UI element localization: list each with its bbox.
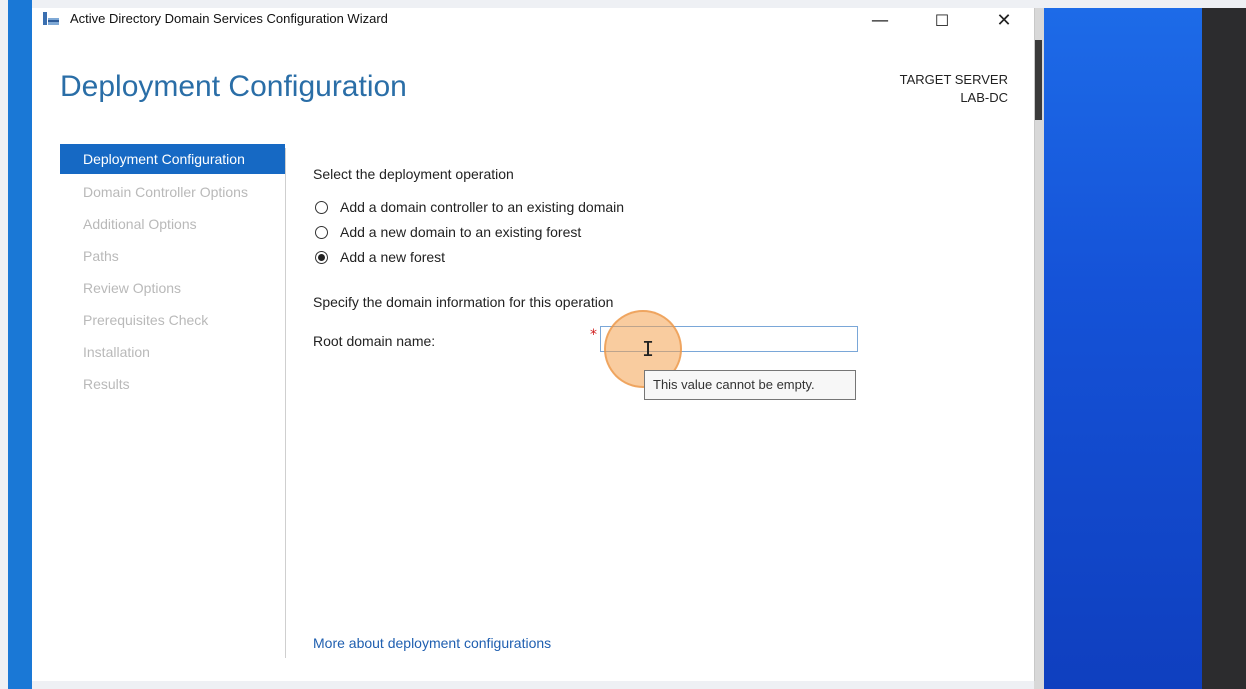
desktop-background xyxy=(1040,8,1202,689)
ad-ds-wizard-icon xyxy=(43,12,59,25)
more-about-deployment-link[interactable]: More about deployment configurations xyxy=(313,635,551,651)
desktop-left-strip xyxy=(8,0,32,689)
minimize-button[interactable]: — xyxy=(858,8,902,32)
domain-info-heading: Specify the domain information for this … xyxy=(313,294,614,310)
nav-item-installation[interactable]: Installation xyxy=(60,336,285,368)
nav-item-deployment-configuration[interactable]: Deployment Configuration xyxy=(60,144,285,174)
target-server-info: TARGET SERVER LAB-DC xyxy=(900,71,1008,107)
window-title: Active Directory Domain Services Configu… xyxy=(70,11,388,26)
wizard-window: Active Directory Domain Services Configu… xyxy=(32,8,1035,681)
radio-button[interactable] xyxy=(315,200,328,214)
nav-item-paths[interactable]: Paths xyxy=(60,240,285,272)
nav-item-additional-options[interactable]: Additional Options xyxy=(60,208,285,240)
radio-button[interactable] xyxy=(315,225,328,239)
wizard-step-nav: Deployment Configuration Domain Controll… xyxy=(60,144,285,400)
radio-add-domain-existing-forest[interactable]: Add a new domain to an existing forest xyxy=(315,224,581,240)
close-button[interactable]: ✕ xyxy=(982,8,1026,32)
page-title: Deployment Configuration xyxy=(60,70,407,103)
radio-button-selected[interactable] xyxy=(315,250,328,264)
maximize-button[interactable]: ☐ xyxy=(920,8,964,32)
text-ibeam-cursor-icon: I xyxy=(642,337,655,361)
nav-item-prerequisites-check[interactable]: Prerequisites Check xyxy=(60,304,285,336)
nav-item-domain-controller-options[interactable]: Domain Controller Options xyxy=(60,176,285,208)
scrollbar-thumb[interactable] xyxy=(1034,40,1042,120)
nav-divider xyxy=(285,148,286,658)
radio-label: Add a new forest xyxy=(340,249,446,265)
radio-label: Add a domain controller to an existing d… xyxy=(340,199,625,215)
required-marker: * xyxy=(590,327,597,343)
radio-add-dc-existing-domain[interactable]: Add a domain controller to an existing d… xyxy=(315,199,624,215)
root-domain-label: Root domain name: xyxy=(313,333,436,349)
radio-add-new-forest[interactable]: Add a new forest xyxy=(315,249,445,265)
validation-tooltip: This value cannot be empty. xyxy=(644,370,856,400)
desktop-dark-panel xyxy=(1202,8,1246,689)
nav-item-review-options[interactable]: Review Options xyxy=(60,272,285,304)
target-server-label: TARGET SERVER xyxy=(899,72,1008,87)
nav-item-results[interactable]: Results xyxy=(60,368,285,400)
operation-heading: Select the deployment operation xyxy=(313,166,514,182)
target-server-name: LAB-DC xyxy=(960,90,1008,105)
radio-label: Add a new domain to an existing forest xyxy=(340,224,582,240)
title-bar[interactable]: Active Directory Domain Services Configu… xyxy=(32,8,1034,32)
